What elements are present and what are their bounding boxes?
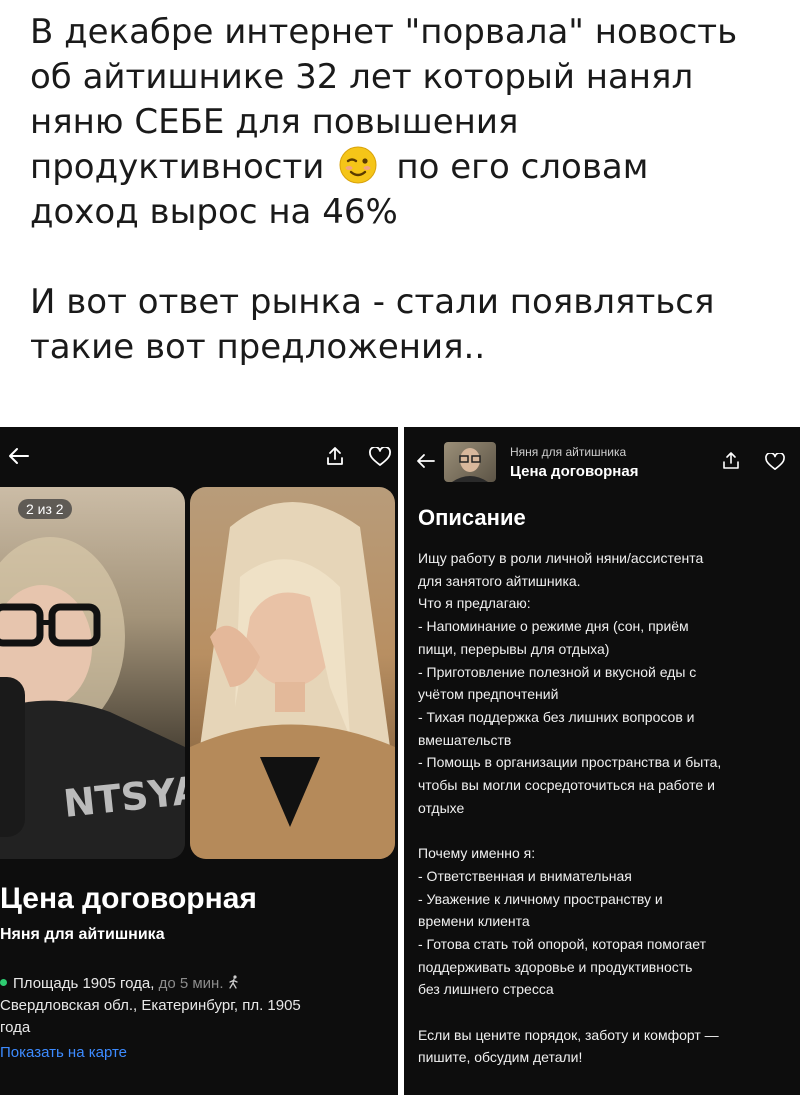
description-line: - Напоминание о режиме дня (сон, приём: [418, 618, 689, 635]
post-line: доход вырос на 46%: [30, 192, 398, 232]
post-line: об айтишнике 32 лет который нанял: [30, 57, 694, 97]
blonde-woman-photo: [190, 502, 395, 859]
description-line: - Уважение к личному пространству и: [418, 890, 663, 907]
thumbnail-photo: [452, 448, 488, 482]
description-line: пишите, обсудим детали!: [418, 1049, 583, 1066]
description-line: - Помощь в организации пространства и бы…: [418, 754, 722, 771]
description-line: - Тихая поддержка без лишних вопросов и: [418, 708, 695, 725]
description-screenshot: Няня для айтишника Цена договорная Описа…: [404, 427, 800, 1095]
description-line: Почему именно я:: [418, 845, 536, 862]
share-icon[interactable]: [722, 451, 740, 471]
description-line: вмешательств: [418, 731, 512, 748]
description-text: Ищу работу в роли личной няни/ассистента…: [418, 547, 796, 1069]
address-line-2: Свердловская обл., Екатеринбург, пл. 190…: [0, 997, 301, 1014]
show-on-map-link[interactable]: Показать на карте: [0, 1044, 127, 1061]
listing-title: Няня для айтишника: [0, 926, 165, 943]
description-spacer: [418, 819, 796, 842]
heart-icon[interactable]: [368, 447, 392, 467]
post-line: В декабре интернет "порвала" новость: [30, 12, 738, 52]
address-line-3: года: [0, 1019, 31, 1036]
description-line: времени клиента: [418, 913, 530, 930]
heart-icon[interactable]: [764, 453, 786, 471]
walking-person-icon: [229, 975, 238, 989]
arrow-left-icon[interactable]: [416, 453, 436, 469]
description-line: - Ответственная и внимательная: [418, 867, 632, 884]
post-paragraph-2: И вот ответ рынка - стали появляться так…: [30, 280, 790, 370]
post-line: по его словам: [396, 147, 649, 187]
description-line: для занятого айтишника.: [418, 572, 581, 589]
description-line: учётом предпочтений: [418, 686, 559, 703]
listing-address: Площадь 1905 года, до 5 мин. Свердловска…: [0, 973, 380, 1039]
description-line: Если вы цените порядок, заботу и комфорт…: [418, 1026, 719, 1043]
post-text: В декабре интернет "порвала" новость об …: [30, 10, 790, 370]
description-line: - Приготовление полезной и вкусной еды с: [418, 663, 697, 680]
walk-time: до 5 мин.: [158, 975, 224, 992]
listing-thumbnail: [444, 442, 496, 482]
post-line: продуктивности: [30, 147, 325, 187]
description-heading: Описание: [418, 505, 526, 530]
photo-counter-badge: 2 из 2: [18, 499, 72, 519]
listing-photo-2[interactable]: [190, 487, 395, 859]
description-spacer: [418, 1001, 796, 1024]
listing-topbar: [0, 427, 398, 482]
description-line: Что я предлагаю:: [418, 595, 531, 612]
header-listing-price: Цена договорная: [510, 463, 639, 480]
arrow-left-icon[interactable]: [8, 447, 30, 465]
post-paragraph-1: В декабре интернет "порвала" новость об …: [30, 10, 790, 235]
description-line: пищи, перерывы для отдыха): [418, 640, 610, 657]
description-line: поддерживать здоровье и продуктивность: [418, 958, 693, 975]
post-line: И вот ответ рынка - стали появляться: [30, 282, 715, 322]
description-line: без лишнего стресса: [418, 981, 554, 998]
address-line-1: Площадь 1905 года,: [13, 975, 155, 992]
header-listing-title: Няня для айтишника: [510, 445, 627, 459]
listing-price: Цена договорная: [0, 882, 257, 915]
description-line: Ищу работу в роли личной няни/ассистента: [418, 550, 704, 566]
description-line: отдыхе: [418, 799, 465, 816]
metro-dot-icon: [0, 979, 7, 986]
description-line: чтобы вы могли сосредоточиться на работе…: [418, 777, 715, 794]
winking-face-emoji-icon: [339, 146, 377, 184]
woman-in-glasses-photo: NTSYA: [0, 537, 185, 859]
post-line: няню СЕБЕ для повышения: [30, 102, 519, 142]
listing-screenshot: NTSYA 2 из 2 Цена договорная Няня для ай…: [0, 427, 398, 1095]
post-line: такие вот предложения..: [30, 327, 486, 367]
listing-photo-1[interactable]: NTSYA: [0, 487, 185, 859]
share-icon[interactable]: [325, 445, 345, 467]
description-line: - Готова стать той опорой, которая помог…: [418, 935, 707, 952]
